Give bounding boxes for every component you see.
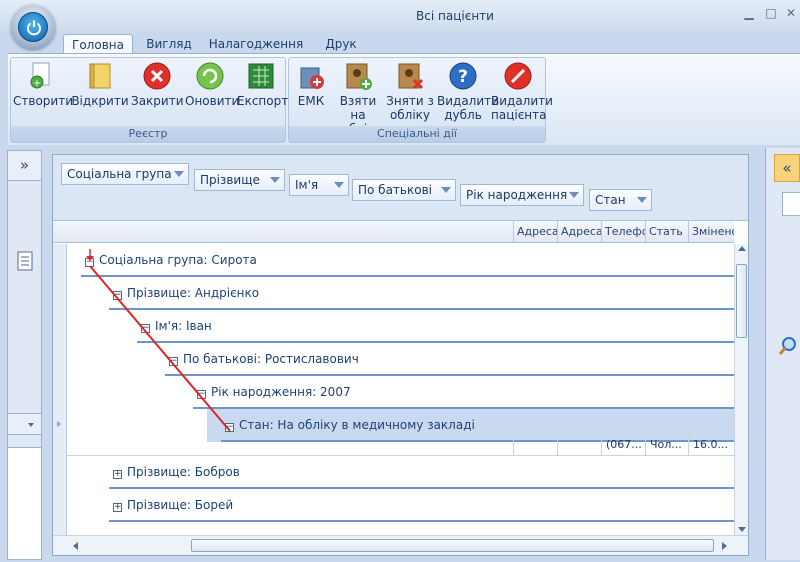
tab-home[interactable]: Головна <box>63 34 133 54</box>
scroll-right-icon[interactable] <box>722 542 727 550</box>
horizontal-scrollbar[interactable] <box>53 535 748 555</box>
left-navigation-panel: » <box>7 150 42 560</box>
collapse-right-panel-button[interactable]: « <box>774 154 800 182</box>
emk-button[interactable]: ЕМК <box>291 60 331 108</box>
magnifier-icon[interactable] <box>778 336 798 356</box>
right-side-panel: « <box>765 148 800 560</box>
create-button[interactable]: + Створити <box>13 60 73 108</box>
register-patient-icon <box>342 60 374 92</box>
power-icon <box>18 12 48 42</box>
tab-print[interactable]: Друк <box>318 34 364 54</box>
refresh-icon <box>194 60 226 92</box>
tab-settings[interactable]: Налагодження <box>206 34 306 54</box>
right-panel-tab[interactable] <box>782 192 800 216</box>
horizontal-scroll-thumb[interactable] <box>191 539 714 552</box>
scroll-down-icon[interactable] <box>738 527 746 532</box>
tab-view[interactable]: Вигляд <box>142 34 196 54</box>
excel-export-icon <box>245 60 277 92</box>
column-header-phone[interactable]: Телефон <box>601 221 645 242</box>
help-icon: ? <box>447 60 479 92</box>
maximize-icon[interactable]: □ <box>763 6 779 20</box>
deregister-button[interactable]: Зняти з обліку <box>385 60 435 122</box>
group-chip-status[interactable]: Стан <box>589 189 652 211</box>
title-bar: Всі пацієнти ▁ □ ✕ <box>0 0 800 32</box>
column-header-address-2[interactable]: Адреса <box>557 221 601 242</box>
deregister-patient-icon <box>394 60 426 92</box>
ribbon-group-special: ЕМК Взяти на облік Зняти з обліку ? Вида… <box>288 57 553 143</box>
column-header-changed[interactable]: Змінено <box>688 221 734 242</box>
medical-record-icon <box>295 60 327 92</box>
window-title: Всі пацієнти <box>416 9 494 23</box>
minimize-icon[interactable]: ▁ <box>741 6 757 20</box>
group-by-panel: Соціальна група Прізвище Ім'я По батьков… <box>53 155 748 221</box>
expand-panel-button[interactable]: » <box>8 151 41 181</box>
ribbon: + Створити Відкрити Закрити Оновити Експ… <box>8 53 800 145</box>
vertical-scroll-thumb[interactable] <box>736 264 747 338</box>
register-button[interactable]: Взяти на облік <box>333 60 383 136</box>
annotation-arrow-line <box>86 249 231 432</box>
svg-text:?: ? <box>458 67 468 87</box>
panel-dropdown-button[interactable] <box>8 413 41 435</box>
scroll-left-icon[interactable] <box>73 542 78 550</box>
svg-text:+: + <box>33 78 41 89</box>
delete-patient-button[interactable]: Видалити пацієнта <box>491 60 553 122</box>
group-chip-surname[interactable]: Прізвище <box>194 169 285 191</box>
document-list-icon[interactable] <box>17 251 33 271</box>
close-record-button[interactable]: Закрити <box>131 60 184 108</box>
group-chip-name[interactable]: Ім'я <box>289 174 349 196</box>
delete-duplicate-button[interactable]: ? Видалити дубль <box>437 60 499 122</box>
vertical-scrollbar[interactable] <box>734 244 748 535</box>
close-icon[interactable]: ✕ <box>783 6 799 20</box>
column-header-address-1[interactable]: Адреса <box>513 221 557 242</box>
delete-icon <box>502 60 534 92</box>
registry-group-label: Реєстр <box>11 126 285 142</box>
export-button[interactable]: Експорт <box>237 60 288 108</box>
new-document-icon: + <box>25 60 57 92</box>
group-chip-patronymic[interactable]: По батькові <box>352 179 456 201</box>
patients-grid: Соціальна група Прізвище Ім'я По батьков… <box>52 154 749 556</box>
column-header-sex[interactable]: Стать <box>645 221 688 242</box>
special-group-label: Спеціальні дії <box>289 126 545 142</box>
panel-lower-area <box>8 447 41 559</box>
ribbon-group-registry: + Створити Відкрити Закрити Оновити Експ… <box>10 57 288 143</box>
group-chip-birth-year[interactable]: Рік народження <box>460 184 584 206</box>
grid-rows: − Соціальна група: Сирота − Прізвище: Ан… <box>53 244 734 535</box>
column-header-row: Адреса Адреса Телефон Стать Змінено <box>53 221 734 243</box>
scroll-up-icon[interactable] <box>738 246 746 251</box>
open-folder-icon <box>84 60 116 92</box>
ribbon-tabs: Головна Вигляд Налагодження Друк <box>0 32 800 54</box>
open-button[interactable]: Відкрити <box>71 60 129 108</box>
application-menu-button[interactable] <box>11 5 55 49</box>
close-circle-icon <box>141 60 173 92</box>
refresh-button[interactable]: Оновити <box>185 60 239 108</box>
group-chip-social-group[interactable]: Соціальна група <box>61 163 189 185</box>
